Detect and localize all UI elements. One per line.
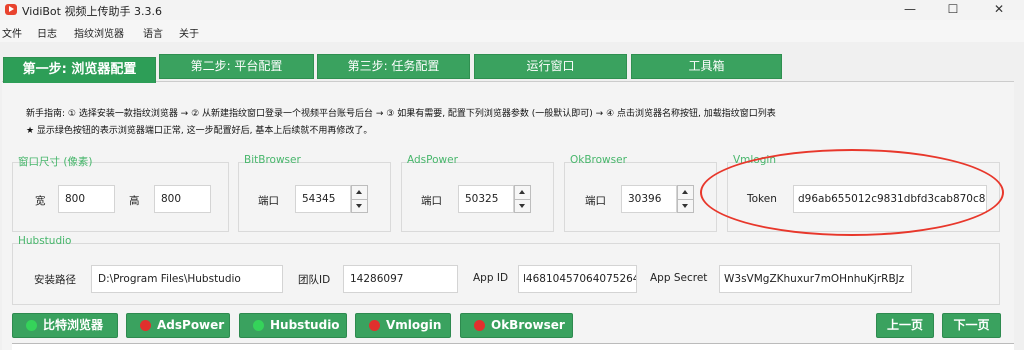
tab-run-window[interactable]: 运行窗口 — [474, 54, 627, 79]
next-page-button[interactable]: 下一页 — [942, 313, 1001, 338]
width-input[interactable]: 800 — [58, 185, 115, 213]
guide-line-2: ★ 显示绿色按钮的表示浏览器端口正常, 这一步配置好后, 基本上后续就不用再修改… — [26, 126, 373, 136]
tab-task-config[interactable]: 第三步: 任务配置 — [317, 54, 470, 79]
bitbrowser-port-stepper[interactable] — [351, 185, 368, 213]
okbrowser-button-label: OkBrowser — [491, 318, 565, 332]
increment-icon[interactable] — [515, 186, 530, 200]
hubstudio-secret-input[interactable]: W3sVMgZKhuxur7mOHnhuKjrRBJz — [719, 265, 912, 293]
height-label: 高 — [129, 195, 140, 207]
status-error-icon — [474, 320, 485, 331]
adspower-port-label: 端口 — [421, 195, 442, 207]
menu-fingerprint-browser[interactable]: 指纹浏览器 — [74, 25, 124, 40]
hubstudio-team-input[interactable]: 14286097 — [343, 265, 458, 293]
maximize-button[interactable]: ☐ — [930, 0, 976, 20]
adspower-title: AdsPower — [407, 154, 458, 166]
tab-browser-config[interactable]: 第一步: 浏览器配置 — [3, 57, 156, 83]
okbrowser-port-stepper[interactable] — [677, 185, 694, 213]
adspower-port-stepper[interactable] — [514, 185, 531, 213]
okbrowser-port-label: 端口 — [585, 195, 606, 207]
height-input[interactable]: 800 — [154, 185, 211, 213]
increment-icon[interactable] — [678, 186, 693, 200]
hubstudio-path-label: 安装路径 — [34, 274, 76, 286]
hubstudio-button-label: Hubstudio — [270, 318, 340, 332]
bitbrowser-button-label: 比特浏览器 — [43, 318, 104, 332]
hubstudio-path-input[interactable]: D:\Program Files\Hubstudio — [91, 265, 283, 293]
increment-icon[interactable] — [352, 186, 367, 200]
vmlogin-title: Vmlogin — [733, 154, 776, 166]
status-ok-icon — [253, 320, 264, 331]
window-size-title: 窗口尺寸 (像素) — [18, 156, 93, 168]
menu-file[interactable]: 文件 — [2, 25, 22, 40]
close-button[interactable]: ✕ — [976, 0, 1022, 20]
guide-line-1: 新手指南: ① 选择安装一款指纹浏览器 → ② 从新建指纹窗口登录一个视频平台账… — [26, 109, 776, 119]
vmlogin-token-label: Token — [747, 193, 777, 205]
menu-bar: 文件 日志 指纹浏览器 语言 关于 — [0, 20, 1024, 42]
adspower-port-input[interactable]: 50325 — [458, 185, 514, 213]
hubstudio-appid-label: App ID — [473, 272, 509, 284]
app-logo-icon — [5, 4, 17, 15]
width-label: 宽 — [35, 195, 46, 207]
bitbrowser-button[interactable]: 比特浏览器 — [12, 313, 118, 338]
tab-platform-config[interactable]: 第二步: 平台配置 — [159, 54, 314, 79]
okbrowser-button[interactable]: OkBrowser — [460, 313, 573, 338]
window-title: VidiBot 视频上传助手 3.3.6 — [22, 5, 162, 18]
bitbrowser-port-label: 端口 — [258, 195, 279, 207]
minimize-button[interactable]: — — [887, 0, 933, 20]
vmlogin-button[interactable]: Vmlogin — [355, 313, 451, 338]
okbrowser-title: OkBrowser — [570, 154, 627, 166]
status-error-icon — [369, 320, 380, 331]
vmlogin-token-input[interactable]: d96ab655012c9831dbfd3cab870c8b — [793, 185, 987, 213]
hubstudio-button[interactable]: Hubstudio — [239, 313, 347, 338]
bitbrowser-port-input[interactable]: 54345 — [295, 185, 351, 213]
decrement-icon[interactable] — [515, 200, 530, 213]
decrement-icon[interactable] — [678, 200, 693, 213]
hubstudio-appid-input[interactable]: l46810457064075264 — [518, 265, 637, 293]
menu-about[interactable]: 关于 — [179, 25, 199, 40]
menu-language[interactable]: 语言 — [143, 25, 163, 40]
okbrowser-port-input[interactable]: 30396 — [621, 185, 677, 213]
vmlogin-button-label: Vmlogin — [386, 318, 442, 332]
adspower-button[interactable]: AdsPower — [126, 313, 230, 338]
hubstudio-team-label: 团队ID — [298, 274, 331, 286]
hubstudio-title: Hubstudio — [18, 235, 72, 247]
status-error-icon — [140, 320, 151, 331]
prev-page-button[interactable]: 上一页 — [876, 313, 934, 338]
title-bar: VidiBot 视频上传助手 3.3.6 — ☐ ✕ — [0, 0, 1024, 20]
decrement-icon[interactable] — [352, 200, 367, 213]
hubstudio-secret-label: App Secret — [650, 272, 708, 284]
adspower-button-label: AdsPower — [157, 318, 225, 332]
tab-toolbox[interactable]: 工具箱 — [631, 54, 782, 79]
bitbrowser-title: BitBrowser — [244, 154, 301, 166]
menu-log[interactable]: 日志 — [37, 25, 57, 40]
status-ok-icon — [26, 320, 37, 331]
